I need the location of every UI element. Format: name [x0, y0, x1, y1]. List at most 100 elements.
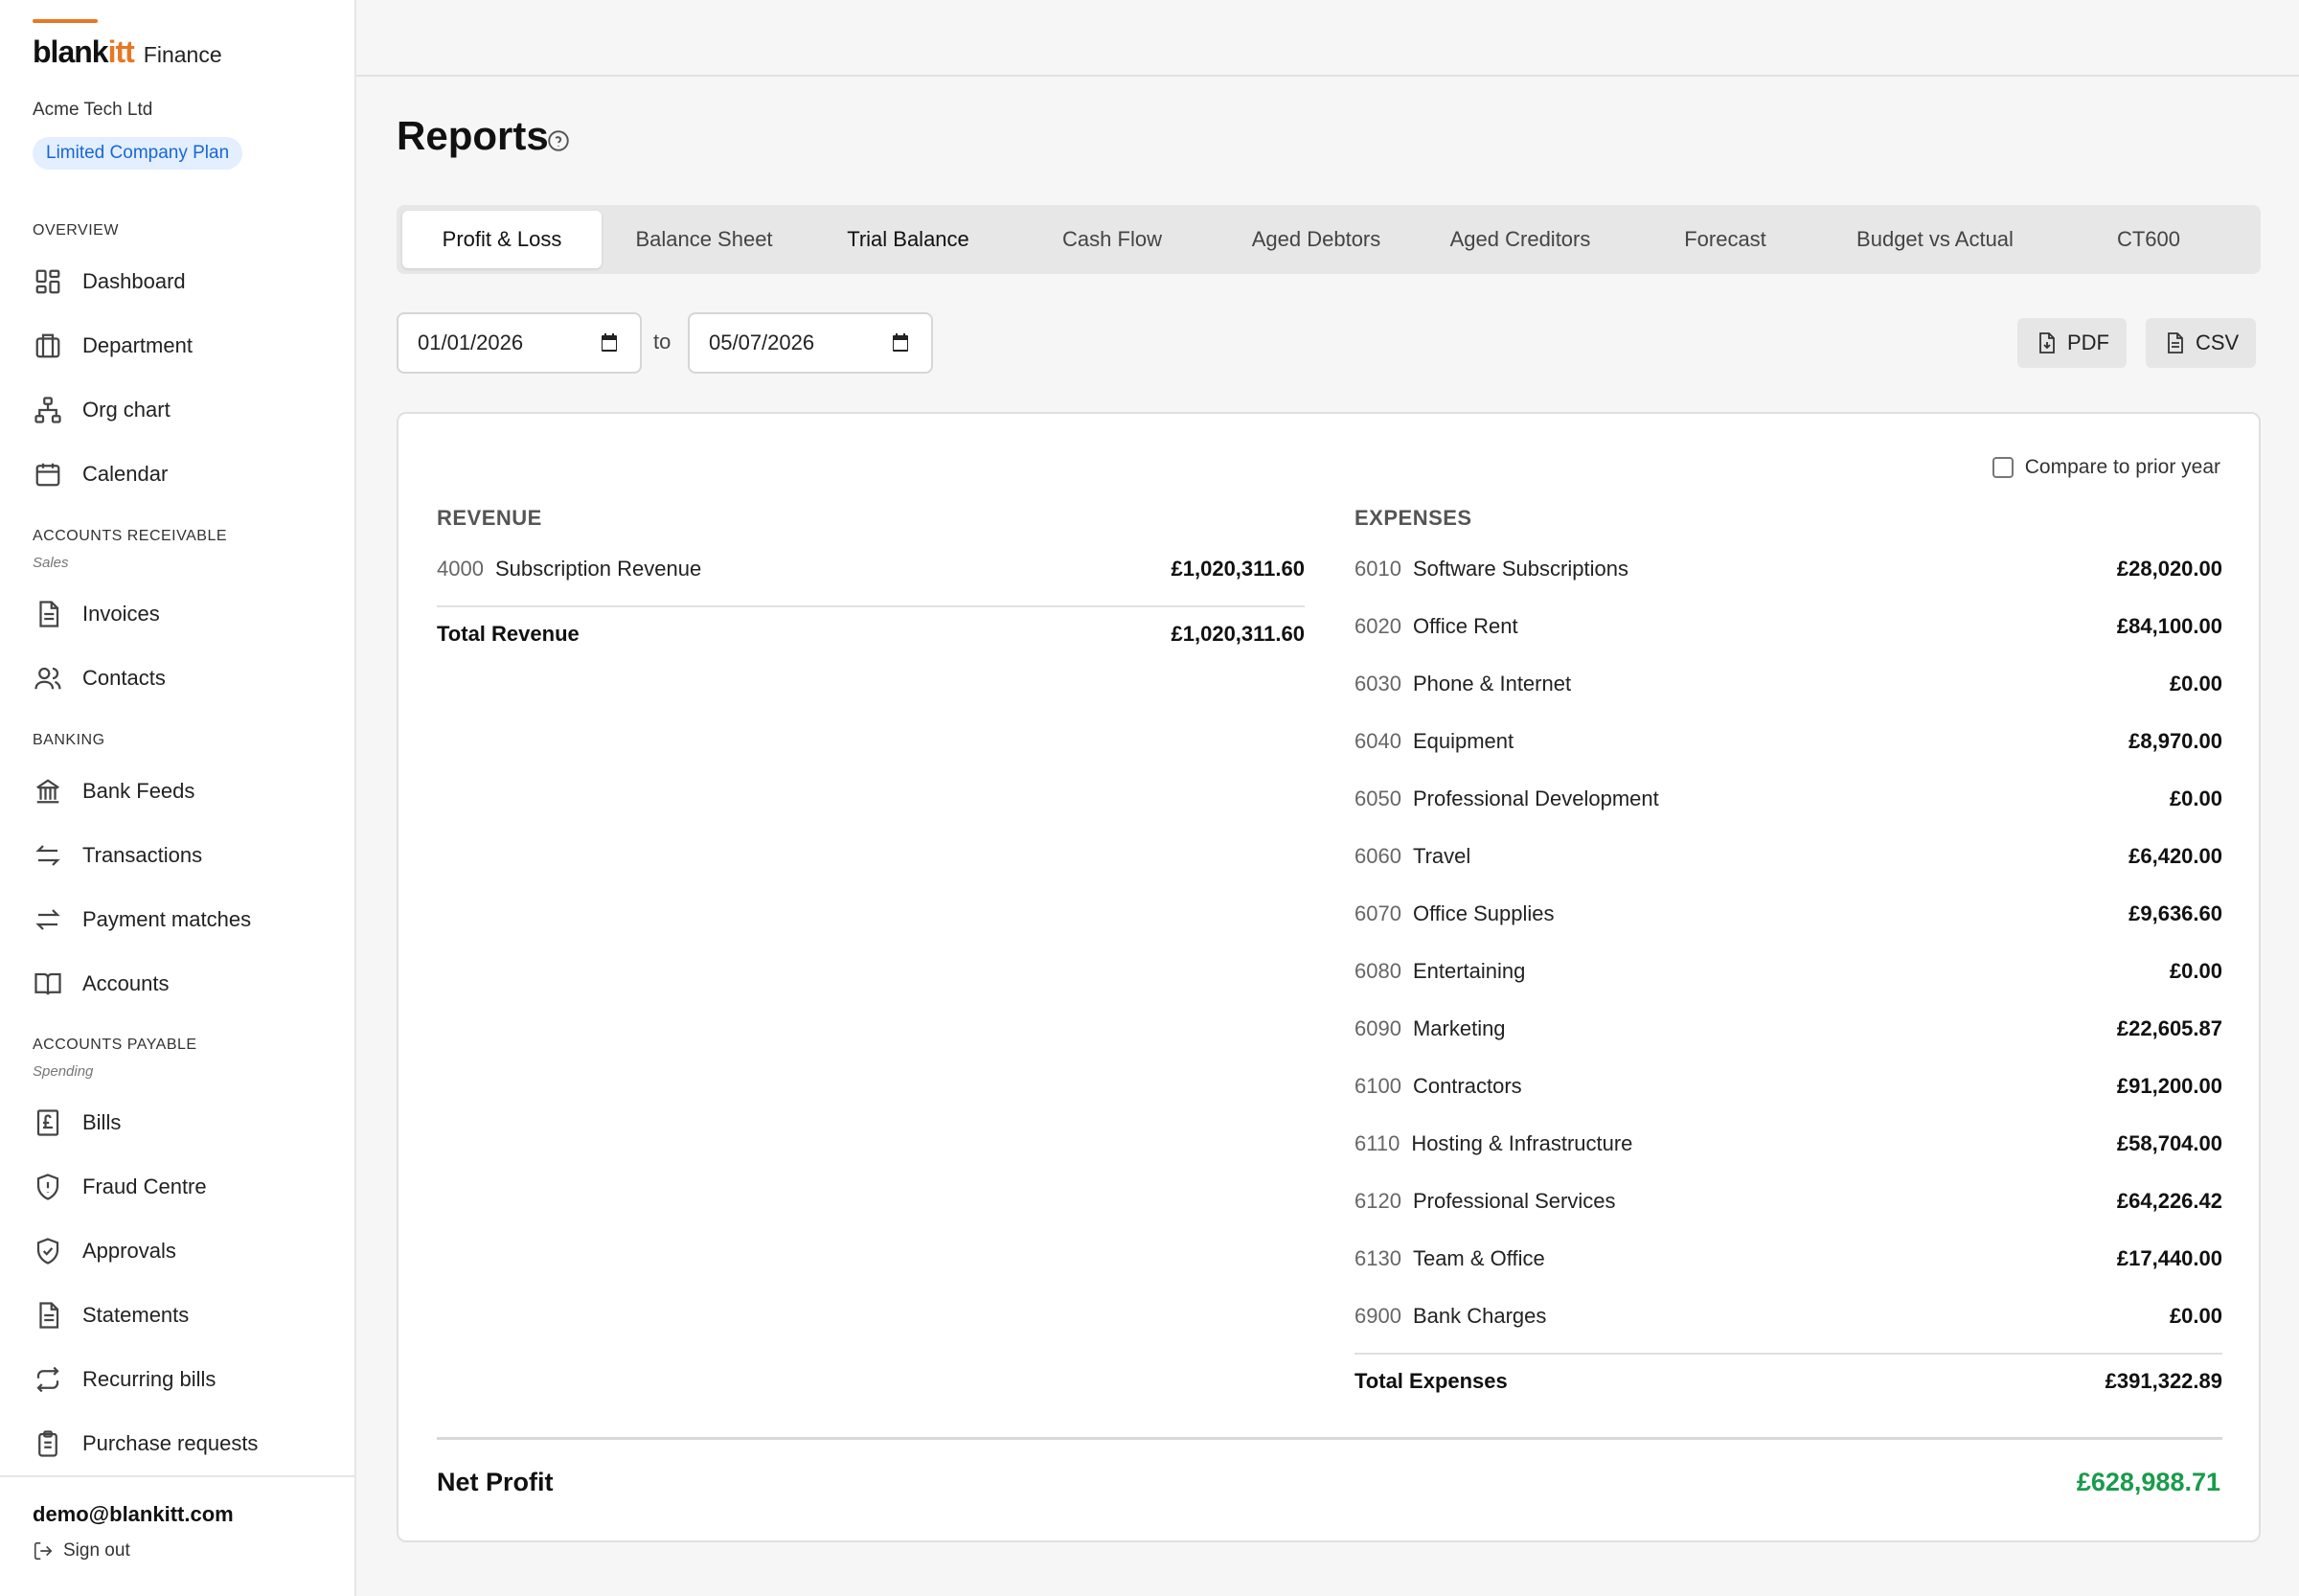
- section-accounts-payable: ACCOUNTS PAYABLE: [33, 1037, 197, 1053]
- tab-budget-vs-actual[interactable]: Budget vs Actual: [1828, 211, 2042, 268]
- account-name: Contractors: [1412, 1074, 1522, 1098]
- account-code: 6110: [1354, 1131, 1400, 1155]
- export-csv-button[interactable]: CSV: [2146, 318, 2257, 368]
- date-to-value: 05/07/2026: [709, 331, 815, 354]
- sidebar-item-dashboard[interactable]: Dashboard: [33, 261, 186, 303]
- table-row[interactable]: 6070 Office Supplies £9,636.60: [1354, 895, 2222, 933]
- account-name: Hosting & Infrastructure: [1411, 1131, 1633, 1155]
- sidebar-item-fraud-centre[interactable]: Fraud Centre: [33, 1166, 207, 1208]
- table-row[interactable]: 6130 Team & Office £17,440.00: [1354, 1240, 2222, 1278]
- account-amount: £1,020,311.60: [1171, 557, 1305, 581]
- compare-prior-year-toggle[interactable]: Compare to prior year: [1992, 456, 2220, 479]
- sidebar-item-calendar[interactable]: Calendar: [33, 453, 168, 495]
- account-name: Bank Charges: [1412, 1304, 1547, 1328]
- tab-forecast[interactable]: Forecast: [1623, 211, 1828, 268]
- table-row[interactable]: 6090 Marketing £22,605.87: [1354, 1010, 2222, 1048]
- account-amount: £6,420.00: [2128, 844, 2222, 868]
- account-code: 6130: [1354, 1246, 1401, 1270]
- account-name: Professional Services: [1412, 1189, 1616, 1213]
- calendar-icon: [33, 459, 63, 490]
- account-code: 6030: [1354, 672, 1401, 695]
- table-row[interactable]: 6100 Contractors £91,200.00: [1354, 1067, 2222, 1106]
- export-pdf-label: PDF: [2067, 331, 2109, 354]
- date-to-input[interactable]: 05/07/2026: [688, 312, 933, 374]
- net-profit-label: Net Profit: [437, 1468, 554, 1496]
- profit-loss-report: Compare to prior year REVENUE 4000 Subscr…: [397, 412, 2261, 1542]
- sidebar-item-approvals[interactable]: Approvals: [33, 1230, 176, 1272]
- tab-aged-creditors[interactable]: Aged Creditors: [1418, 211, 1623, 268]
- table-row[interactable]: 6080 Entertaining £0.00: [1354, 952, 2222, 991]
- tab-aged-debtors[interactable]: Aged Debtors: [1215, 211, 1418, 268]
- sidebar-item-org-chart[interactable]: Org chart: [33, 389, 171, 431]
- account-code: 6020: [1354, 614, 1401, 638]
- logo-accent-bar: [33, 19, 98, 23]
- logo-product: Finance: [143, 42, 222, 67]
- tab-profit-loss[interactable]: Profit & Loss: [402, 211, 602, 268]
- shield-alert-icon: [33, 1172, 63, 1202]
- tab-cash-flow[interactable]: Cash Flow: [1010, 211, 1215, 268]
- repeat-icon: [33, 1364, 63, 1395]
- table-row[interactable]: 6050 Professional Development £0.00: [1354, 780, 2222, 818]
- account-amount: £9,636.60: [2128, 901, 2222, 925]
- sidebar-item-label: Department: [82, 333, 193, 357]
- help-icon[interactable]: [546, 128, 571, 153]
- arrows-icon: [33, 840, 63, 871]
- table-row[interactable]: 6900 Bank Charges £0.00: [1354, 1297, 2222, 1335]
- table-row[interactable]: 6040 Equipment £8,970.00: [1354, 722, 2222, 761]
- org-chart-icon: [33, 395, 63, 425]
- tab-trial-balance[interactable]: Trial Balance: [807, 211, 1010, 268]
- sidebar-item-contacts[interactable]: Contacts: [33, 657, 166, 699]
- net-profit-value: £628,988.71: [2076, 1468, 2220, 1496]
- sidebar-item-label: Calendar: [82, 462, 169, 486]
- table-row[interactable]: 6020 Office Rent £84,100.00: [1354, 607, 2222, 646]
- sign-out-link[interactable]: Sign out: [33, 1540, 130, 1562]
- account-name: Travel: [1412, 844, 1471, 868]
- calendar-icon[interactable]: [889, 331, 912, 354]
- tab-ct600[interactable]: CT600: [2042, 211, 2255, 268]
- sidebar-item-bills[interactable]: Bills: [33, 1102, 121, 1144]
- section-subtitle-spending: Spending: [33, 1063, 94, 1080]
- sidebar-item-label: Purchase requests: [82, 1431, 259, 1455]
- account-code: 6060: [1354, 844, 1401, 868]
- document-icon: [33, 599, 63, 629]
- sidebar-item-payment-matches[interactable]: Payment matches: [33, 899, 251, 941]
- sidebar-item-transactions[interactable]: Transactions: [33, 834, 202, 877]
- account-code: 6080: [1354, 959, 1401, 983]
- account-name: Equipment: [1412, 729, 1514, 753]
- export-pdf-button[interactable]: PDF: [2017, 318, 2127, 368]
- account-name: Professional Development: [1412, 787, 1659, 810]
- sidebar-item-invoices[interactable]: Invoices: [33, 593, 160, 635]
- account-code: 6900: [1354, 1304, 1401, 1328]
- table-row[interactable]: 6120 Professional Services £64,226.42: [1354, 1182, 2222, 1220]
- sidebar-item-recurring-bills[interactable]: Recurring bills: [33, 1358, 216, 1401]
- swap-icon: [33, 904, 63, 935]
- table-row[interactable]: 6030 Phone & Internet £0.00: [1354, 665, 2222, 703]
- compare-label: Compare to prior year: [2024, 456, 2220, 478]
- sidebar-item-accounts[interactable]: Accounts: [33, 963, 170, 1005]
- account-amount: £84,100.00: [2116, 614, 2222, 638]
- sign-out-icon: [34, 1541, 53, 1561]
- table-row[interactable]: 4000 Subscription Revenue £1,020,311.60: [437, 550, 1305, 588]
- sidebar-item-label: Invoices: [82, 602, 160, 626]
- sidebar-item-department[interactable]: Department: [33, 325, 193, 367]
- compare-checkbox[interactable]: [1992, 457, 2014, 478]
- revenue-divider: [437, 605, 1305, 607]
- table-row[interactable]: 6060 Travel £6,420.00: [1354, 837, 2222, 876]
- sidebar-item-statements[interactable]: Statements: [33, 1294, 189, 1336]
- table-row[interactable]: 6010 Software Subscriptions £28,020.00: [1354, 550, 2222, 588]
- sidebar-item-label: Bank Feeds: [82, 779, 195, 803]
- sidebar-item-purchase-requests[interactable]: Purchase requests: [33, 1423, 258, 1465]
- brand-logo[interactable]: blankitt Finance: [33, 34, 222, 70]
- tab-balance-sheet[interactable]: Balance Sheet: [602, 211, 807, 268]
- sidebar-item-label: Accounts: [82, 971, 170, 995]
- calendar-icon[interactable]: [598, 331, 621, 354]
- top-bar: [356, 0, 2299, 77]
- section-banking: BANKING: [33, 732, 105, 748]
- date-from-input[interactable]: 01/01/2026: [397, 312, 642, 374]
- bank-icon: [33, 776, 63, 807]
- total-expenses-amount: £391,322.89: [2105, 1369, 2222, 1393]
- table-row[interactable]: 6110 Hosting & Infrastructure £58,704.00: [1354, 1125, 2222, 1163]
- account-code: 6090: [1354, 1016, 1401, 1040]
- sidebar-item-bank-feeds[interactable]: Bank Feeds: [33, 770, 194, 812]
- sidebar-footer: demo@blankitt.com Sign out: [0, 1475, 354, 1596]
